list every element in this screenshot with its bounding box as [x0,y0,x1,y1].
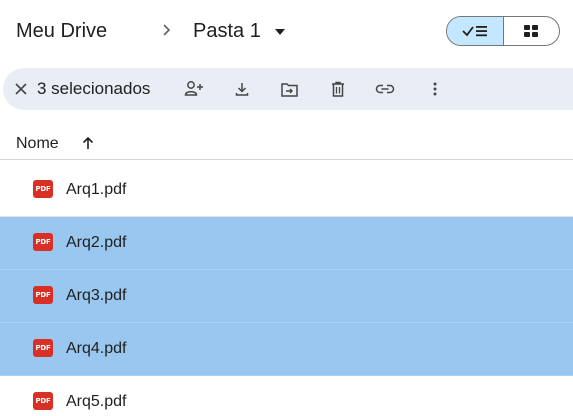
current-folder-label: Pasta 1 [193,20,261,42]
check-list-icon [462,26,487,37]
grid-icon [524,25,539,37]
trash-icon [332,81,344,97]
pdf-icon: PDF [33,339,53,357]
share-button[interactable] [184,79,204,99]
pdf-icon: PDF [33,233,53,251]
file-row[interactable]: PDF Arq3.pdf [0,270,573,323]
chevron-right-icon [163,24,171,36]
link-icon [375,84,395,94]
file-row[interactable]: PDF Arq5.pdf [0,376,573,416]
grid-view-button[interactable] [504,17,560,45]
share-icon [184,81,203,96]
arrow-up-icon[interactable] [82,136,94,150]
selection-toolbar: 3 selecionados [3,68,573,110]
column-name-header[interactable]: Nome [16,134,59,154]
pdf-icon: PDF [33,180,53,198]
list-column-header: Nome [0,126,573,160]
more-vert-icon [433,82,437,96]
file-name: Arq2.pdf [66,234,127,251]
selection-count: 3 selecionados [37,79,151,98]
file-name: Arq3.pdf [66,287,127,304]
more-actions-button[interactable] [425,79,445,99]
download-button[interactable] [232,79,252,99]
pdf-icon: PDF [33,392,53,410]
move-icon [280,82,298,97]
view-toggle [446,16,560,46]
download-icon [235,83,249,96]
breadcrumb-current-folder[interactable]: Pasta 1 [189,15,289,47]
caret-down-icon [274,29,285,35]
close-icon[interactable] [13,81,29,97]
file-name: Arq5.pdf [66,393,127,410]
move-button[interactable] [279,79,299,99]
pdf-icon: PDF [33,286,53,304]
drive-window: Meu Drive Pasta 1 3 selecionados Nome PD… [0,0,573,416]
file-row[interactable]: PDF Arq4.pdf [0,323,573,376]
file-name: Arq1.pdf [66,181,127,198]
file-name: Arq4.pdf [66,340,127,357]
file-row[interactable]: PDF Arq1.pdf [0,164,573,217]
breadcrumb-root-link[interactable]: Meu Drive [16,19,107,43]
breadcrumb: Meu Drive Pasta 1 [0,0,573,62]
list-view-button[interactable] [447,17,504,45]
file-row[interactable]: PDF Arq2.pdf [0,217,573,270]
copy-link-button[interactable] [375,79,395,99]
delete-button[interactable] [328,79,348,99]
